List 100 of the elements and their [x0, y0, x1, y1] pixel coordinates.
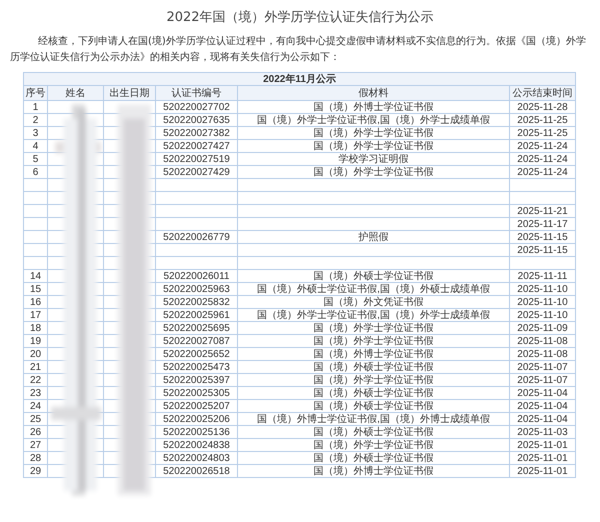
table-cell: 19 [30, 336, 42, 346]
column-header: 姓名 [48, 86, 104, 100]
table-cell: 520220026518 [163, 466, 230, 476]
table-cell: 520220025305 [163, 388, 230, 398]
table-cell: 520220027429 [163, 166, 230, 178]
table-cell: 520220025961 [163, 310, 230, 320]
table-cell: 520220024803 [163, 452, 230, 464]
table-cell: 520220026011 [164, 270, 230, 282]
column-header: 假材料 [238, 86, 510, 100]
table-cell: 520220027635 [163, 114, 230, 126]
table-cell: 国（境）外学士学位证书假 [313, 166, 434, 178]
table-cell: 520220025963 [163, 284, 230, 294]
table-cell: 520220026779 [163, 232, 230, 242]
table-cell: 国（境）外硕士学位证书假,国（境）外硕士成绩单假 [257, 284, 490, 294]
table-cell: 护照假 [358, 232, 388, 242]
table-cell: 23 [30, 388, 42, 398]
table-cell: 国（境）外硕士学位证书假 [313, 270, 434, 282]
table-cell: 20 [30, 348, 42, 360]
table-cell: 国（境）外博士学位证书假 [313, 466, 434, 476]
table-cell: 1 [32, 102, 38, 112]
table-cell: 3 [32, 128, 38, 138]
table-cell: 2025-11-09 [517, 322, 568, 334]
table-cell: 28 [30, 452, 42, 464]
table-cell: 国（境）外学士学位证书假 [313, 374, 434, 386]
table-cell: 2025-11-15 [517, 232, 568, 242]
table-cell: 2025-11-01 [517, 452, 568, 464]
table-cell: 15 [30, 284, 42, 294]
column-header: 出生日期 [104, 86, 156, 100]
table-cell: 5 [32, 154, 38, 164]
table-cell: 29 [30, 466, 42, 476]
table-cell: 2025-11-25 [517, 128, 568, 138]
table-cell: 16 [30, 296, 42, 308]
table-cell: 520220025397 [163, 374, 230, 386]
table-cell: 国（境）外博士学位证书假 [313, 102, 434, 112]
table-cell: 国（境）外博士学位证书假 [313, 348, 434, 360]
table-cell: 22 [30, 374, 42, 386]
table-cell: 21 [30, 362, 42, 372]
table-cell: 520220025473 [163, 362, 230, 372]
table-cell: 国（境）外硕士学位证书假 [313, 388, 434, 398]
table-cell: 27 [30, 440, 42, 450]
table-cell: 2 [32, 114, 38, 126]
table-cell: 国（境）外硕士学位证书假 [313, 400, 434, 412]
table-cell: 2025-11-01 [517, 440, 568, 450]
table-cell: 17 [30, 310, 42, 320]
table-cell: 520220024838 [163, 440, 230, 450]
table-cell: 2025-11-10 [517, 284, 568, 294]
table-cell: 520220025832 [163, 296, 230, 308]
column-header: 序号 [24, 86, 48, 100]
table-cell: 520220027702 [163, 102, 230, 112]
table-cell: 2025-11-24 [517, 154, 568, 164]
table-cell: 国（境）外硕士学位证书假 [313, 452, 434, 464]
table-cell: 国（境）外学士学位证书假 [313, 440, 434, 450]
table-cell: 国（境）外学士学位证书假 [313, 336, 434, 346]
table-cell: 520220027087 [163, 336, 230, 346]
table-cell: 国（境）外学士学位证书假 [313, 128, 434, 138]
table-cell: 2025-11-04 [517, 414, 568, 424]
column-header: 认证书编号 [156, 86, 238, 100]
table-cell: 2025-11-03 [517, 426, 568, 438]
table-cell: 6 [32, 166, 38, 178]
table-cell: 520220027427 [163, 140, 230, 152]
table-cell: 18 [30, 322, 42, 334]
table-cell: 14 [30, 270, 42, 282]
table-caption: 2022年11月公示 [24, 72, 576, 86]
table-cell: 520220025136 [163, 426, 230, 438]
table-cell: 520220025206 [163, 414, 230, 424]
table-cell: 学校学习证明假 [338, 154, 408, 164]
table-cell: 2025-11-10 [517, 296, 568, 308]
table-cell: 520220025652 [163, 348, 230, 360]
table-cell: 国（境）外博士学位证书假,国（境）外博士成绩单假 [257, 414, 490, 424]
table-cell: 2025-11-01 [517, 466, 568, 476]
table-cell: 520220027519 [163, 154, 230, 164]
table-cell: 2025-11-15 [517, 244, 568, 256]
table-cell: 2025-11-24 [517, 140, 568, 152]
table-cell: 520220025207 [163, 400, 230, 412]
table-cell: 4 [32, 140, 38, 152]
table-cell: 2025-11-24 [517, 166, 568, 178]
table-cell: 2025-11-11 [518, 270, 568, 282]
table-cell: 2025-11-07 [517, 374, 568, 386]
table-cell: 26 [30, 426, 42, 438]
table-cell: 2025-11-04 [517, 388, 568, 398]
page-title: 2022年国（境）外学历学位认证失信行为公示 [165, 9, 435, 27]
table-cell: 国（境）外学士学位证书假 [313, 140, 434, 152]
table-cell: 2025-11-08 [517, 336, 568, 346]
table-cell: 520220027382 [163, 128, 230, 138]
table-cell: 国（境）外学士学位证书假 [313, 322, 434, 334]
table-cell: 2025-11-04 [517, 400, 568, 412]
table-cell: 2025-11-25 [517, 114, 568, 126]
table-cell: 2025-11-17 [517, 218, 568, 230]
table-cell: 520220025695 [163, 322, 230, 334]
table-cell: 2025-11-10 [517, 310, 568, 320]
table-cell: 2025-11-08 [517, 348, 568, 360]
table-cell: 2025-11-21 [517, 206, 568, 216]
table-cell: 2025-11-28 [517, 102, 568, 112]
table-cell: 国（境）外学士学位证书假,国（境）外学士成绩单假 [257, 310, 490, 320]
table-cell: 2025-11-07 [517, 362, 568, 372]
table-cell: 国（境）外学士学位证书假,国（境）外学士成绩单假 [257, 114, 490, 126]
table-cell: 国（境）外硕士学位证书假 [313, 426, 434, 438]
table-cell: 国（境）外硕士学位证书假 [313, 362, 434, 372]
table-cell: 国（境）外文凭证书假 [323, 296, 424, 308]
column-header: 公示结束时间 [509, 86, 576, 100]
